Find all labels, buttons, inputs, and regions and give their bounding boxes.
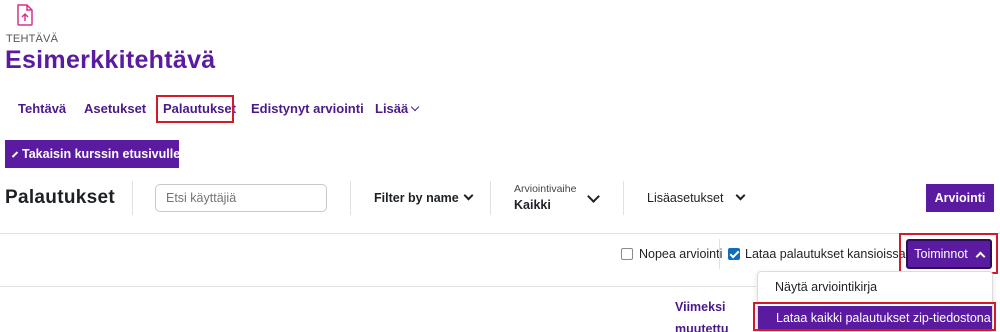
chevron-up-icon	[975, 251, 986, 261]
chevron-down-icon	[463, 190, 474, 201]
back-to-course-label: Takaisin kurssin etusivulle	[22, 147, 181, 161]
column-header-last-modified[interactable]: Viimeksi muutettu	[675, 296, 728, 332]
actions-menu-label: Toiminnot	[914, 247, 968, 261]
toolbar-divider	[350, 181, 351, 215]
menu-item-view-gradebook[interactable]: Näytä arviointikirja	[775, 280, 877, 294]
grading-stage-value[interactable]: Kaikki	[514, 198, 551, 212]
nav-tab-tehtava[interactable]: Tehtävä	[18, 101, 66, 116]
back-to-course-button[interactable]: Takaisin kurssin etusivulle	[5, 140, 181, 168]
search-users-input[interactable]	[155, 184, 327, 212]
column-header-line: Viimeksi	[675, 300, 726, 314]
page-kicker: TEHTÄVÄ	[6, 33, 59, 45]
toolbar-divider	[490, 181, 491, 215]
highlight-outline-download-zip	[753, 302, 996, 331]
chevron-left-icon	[11, 150, 19, 158]
divider	[0, 233, 1000, 234]
filter-by-name-dropdown[interactable]: Filter by name	[374, 190, 474, 205]
quick-grading-checkbox[interactable]: Nopea arviointi	[621, 247, 722, 261]
nav-tab-edistynyt-arviointi[interactable]: Edistynyt arviointi	[251, 101, 364, 116]
grading-stage-label: Arviointivaihe	[514, 183, 577, 195]
divider	[0, 286, 756, 287]
section-title: Palautukset	[5, 187, 115, 208]
column-header-line: muutettu	[675, 322, 729, 332]
quick-grading-label: Nopea arviointi	[639, 247, 723, 261]
toolbar-divider	[623, 181, 624, 215]
nav-tab-lisaa-label: Lisää	[375, 101, 409, 116]
advanced-settings-label: Lisäasetukset	[647, 191, 724, 205]
options-divider	[719, 239, 720, 269]
chevron-down-icon[interactable]	[587, 190, 600, 203]
file-upload-icon	[17, 4, 33, 26]
filter-by-name-label: Filter by name	[374, 191, 459, 205]
checkbox-checked-icon	[728, 248, 740, 260]
advanced-settings-dropdown[interactable]: Lisäasetukset	[647, 190, 746, 205]
page-title: Esimerkkitehtävä	[5, 46, 216, 74]
download-in-folders-label: Lataa palautukset kansioissa	[745, 247, 906, 261]
nav-tab-asetukset[interactable]: Asetukset	[84, 101, 146, 116]
toolbar-divider	[132, 181, 133, 215]
checkbox-unchecked-icon	[621, 248, 633, 260]
nav-tab-lisaa[interactable]: Lisää	[375, 101, 420, 116]
download-in-folders-checkbox[interactable]: Lataa palautukset kansioissa	[728, 247, 906, 261]
grade-button[interactable]: Arviointi	[926, 184, 994, 212]
highlight-outline-palautukset	[156, 95, 234, 123]
chevron-down-icon	[735, 190, 746, 201]
chevron-down-icon	[411, 102, 420, 112]
actions-menu-button[interactable]: Toiminnot	[906, 239, 992, 269]
